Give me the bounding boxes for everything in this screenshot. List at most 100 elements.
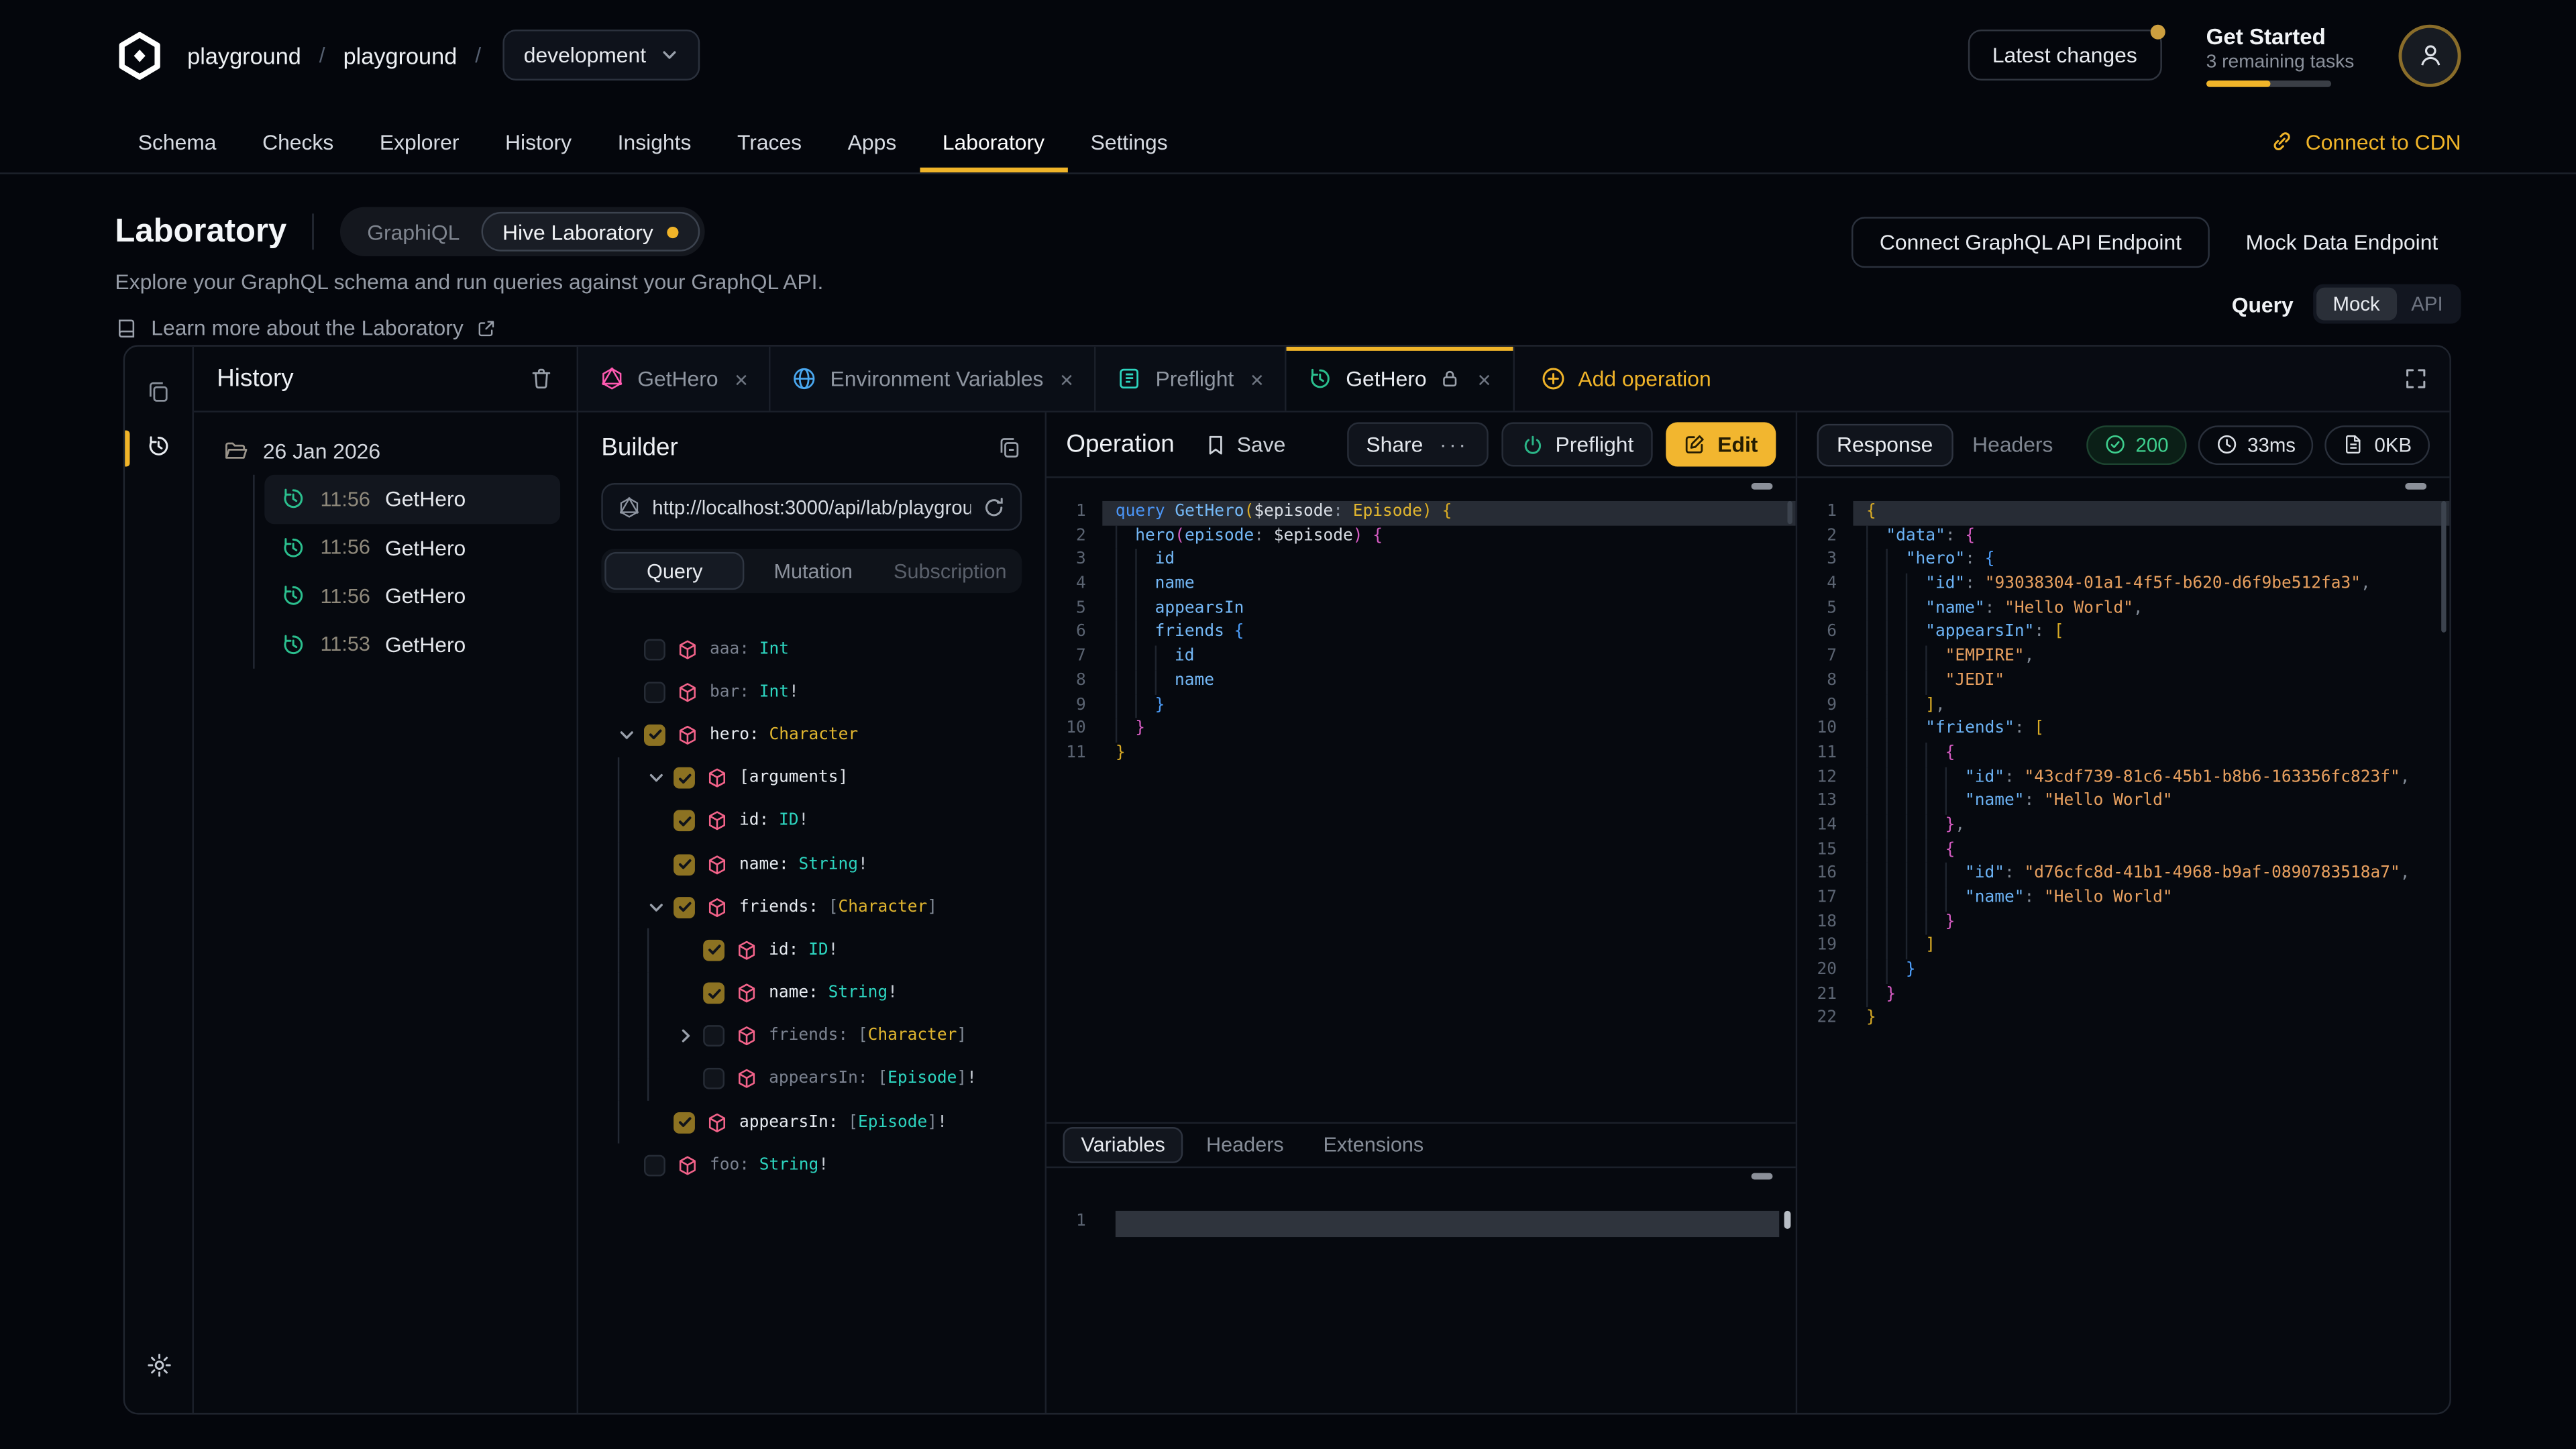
nav-tab-traces[interactable]: Traces (714, 110, 825, 172)
nav-tab-checks[interactable]: Checks (239, 110, 357, 172)
editor-handle[interactable] (2405, 483, 2426, 489)
nav-tab-schema[interactable]: Schema (115, 110, 239, 172)
hive-logo-icon[interactable] (115, 30, 164, 79)
edit-button[interactable]: Edit (1666, 422, 1776, 466)
editor-handle[interactable] (1752, 483, 1773, 489)
preflight-button[interactable]: Preflight (1501, 422, 1654, 466)
tab-response[interactable]: Response (1817, 423, 1953, 466)
chevron-right-icon[interactable] (677, 1027, 703, 1045)
connect-to-cdn-link[interactable]: Connect to CDN (2271, 110, 2461, 172)
subtab-extensions[interactable]: Extensions (1307, 1127, 1440, 1163)
close-icon[interactable]: × (1060, 366, 1073, 392)
history-item[interactable]: 11:56GetHero (264, 475, 560, 523)
endpoint-url-field[interactable]: http://localhost:3000/api/lab/playground (601, 483, 1022, 531)
builder-field-row[interactable]: [arguments] (578, 757, 1045, 800)
checkbox[interactable] (674, 1112, 695, 1133)
checkbox[interactable] (703, 983, 724, 1004)
checkbox[interactable] (703, 940, 724, 961)
refresh-schema-button[interactable] (982, 495, 1005, 518)
builder-field-row[interactable]: foo: String! (578, 1144, 1045, 1187)
share-button[interactable]: Share ··· (1346, 422, 1488, 466)
subtab-variables[interactable]: Variables (1063, 1127, 1183, 1163)
clear-history-button[interactable] (529, 366, 554, 391)
editor-tab-gethero[interactable]: GetHero× (578, 347, 771, 411)
chevron-down-icon[interactable] (618, 726, 644, 744)
code-line: 18} (1797, 911, 2449, 935)
checkbox[interactable] (674, 896, 695, 918)
code-line: 6"appearsIn": [ (1797, 622, 2449, 646)
settings-button[interactable] (125, 1337, 192, 1393)
builder-field-row[interactable]: name: String! (578, 843, 1045, 885)
ide-toggle-hive-laboratory[interactable]: Hive Laboratory (481, 212, 699, 252)
nav-tab-insights[interactable]: Insights (594, 110, 714, 172)
mock-endpoint-button[interactable]: Mock Data Endpoint (2222, 217, 2461, 268)
checkbox[interactable] (644, 639, 665, 660)
editor-tab-gethero[interactable]: GetHero× (1287, 347, 1514, 411)
nav-tab-apps[interactable]: Apps (824, 110, 919, 172)
latest-changes-button[interactable]: Latest changes (1968, 30, 2161, 80)
endpoint-url-input[interactable]: http://localhost:3000/api/lab/playground (652, 495, 971, 518)
mode-api[interactable]: API (2396, 292, 2457, 315)
builder-field-row[interactable]: id: ID! (578, 800, 1045, 843)
editor-tab-environment-variables[interactable]: Environment Variables× (771, 347, 1096, 411)
history-item[interactable]: 11:56GetHero (264, 572, 560, 620)
checkbox[interactable] (644, 1155, 665, 1176)
checkbox[interactable] (703, 1069, 724, 1090)
fullscreen-button[interactable] (2404, 366, 2428, 391)
variables-editor[interactable]: 1 (1046, 1168, 1796, 1413)
close-icon[interactable]: × (1250, 366, 1264, 392)
checkbox[interactable] (644, 682, 665, 703)
target-selector-dropdown[interactable]: development (502, 30, 700, 80)
builder-field-row[interactable]: name: String! (578, 972, 1045, 1015)
builder-field-row[interactable]: friends: [Character] (578, 1015, 1045, 1058)
checkbox[interactable] (674, 810, 695, 832)
scrollbar-thumb[interactable] (1784, 1211, 1791, 1229)
builder-field-row[interactable]: appearsIn: [Episode]! (578, 1101, 1045, 1144)
close-icon[interactable]: × (735, 366, 748, 392)
builder-field-row[interactable]: aaa: Int (578, 628, 1045, 671)
scrollbar-thumb[interactable] (1786, 501, 1792, 524)
subtab-headers[interactable]: Headers (1190, 1127, 1301, 1163)
checkbox[interactable] (644, 724, 665, 746)
chevron-down-icon[interactable] (647, 769, 674, 788)
editor-tab-preflight[interactable]: Preflight× (1096, 347, 1287, 411)
more-options-icon[interactable]: ··· (1440, 432, 1468, 457)
checkbox[interactable] (674, 767, 695, 789)
breadcrumb-org[interactable]: playground (187, 42, 301, 68)
builder-collapse-button[interactable] (998, 435, 1022, 460)
nav-tab-laboratory[interactable]: Laboratory (920, 110, 1068, 172)
builder-field-row[interactable]: friends: [Character] (578, 885, 1045, 928)
user-avatar[interactable] (2399, 24, 2461, 87)
scrollbar-thumb[interactable] (2440, 501, 2447, 633)
chevron-down-icon[interactable] (647, 898, 674, 916)
breadcrumb-project[interactable]: playground (343, 42, 458, 68)
builder-tab-query[interactable]: Query (604, 552, 745, 590)
response-viewer[interactable]: 1{2"data": {3"hero": {4"id": "93038304-0… (1797, 478, 2449, 1413)
nav-tab-explorer[interactable]: Explorer (357, 110, 482, 172)
builder-tab-mutation[interactable]: Mutation (745, 552, 881, 590)
ide-toggle-graphiql[interactable]: GraphiQL (345, 219, 481, 244)
close-icon[interactable]: × (1478, 366, 1491, 392)
builder-field-row[interactable]: appearsIn: [Episode]! (578, 1058, 1045, 1101)
history-item[interactable]: 11:53GetHero (264, 620, 560, 668)
editor-handle[interactable] (1752, 1173, 1773, 1179)
builder-field-row[interactable]: id: ID! (578, 928, 1045, 971)
get-started-widget[interactable]: Get Started 3 remaining tasks (2206, 24, 2355, 87)
save-button[interactable]: Save (1204, 432, 1286, 457)
builder-field-row[interactable]: bar: Int! (578, 671, 1045, 714)
checkbox[interactable] (703, 1026, 724, 1047)
builder-field-row[interactable]: hero: Character (578, 714, 1045, 757)
tab-headers[interactable]: Headers (1972, 432, 2053, 457)
history-item[interactable]: 11:56GetHero (264, 523, 560, 572)
nav-tab-history[interactable]: History (482, 110, 595, 172)
checkbox[interactable] (674, 853, 695, 875)
connect-endpoint-button[interactable]: Connect GraphQL API Endpoint (1851, 217, 2209, 268)
history-nav-button[interactable] (125, 419, 192, 473)
history-date-group[interactable]: 26 Jan 2026 (210, 432, 560, 468)
mode-mock[interactable]: Mock (2316, 288, 2396, 321)
add-operation-button[interactable]: Add operation (1514, 347, 1737, 411)
builder-tab-subscription[interactable]: Subscription (881, 552, 1018, 590)
query-editor[interactable]: 1query GetHero($episode: Episode) {2hero… (1046, 478, 1796, 1122)
collections-button[interactable] (125, 365, 192, 419)
nav-tab-settings[interactable]: Settings (1067, 110, 1191, 172)
